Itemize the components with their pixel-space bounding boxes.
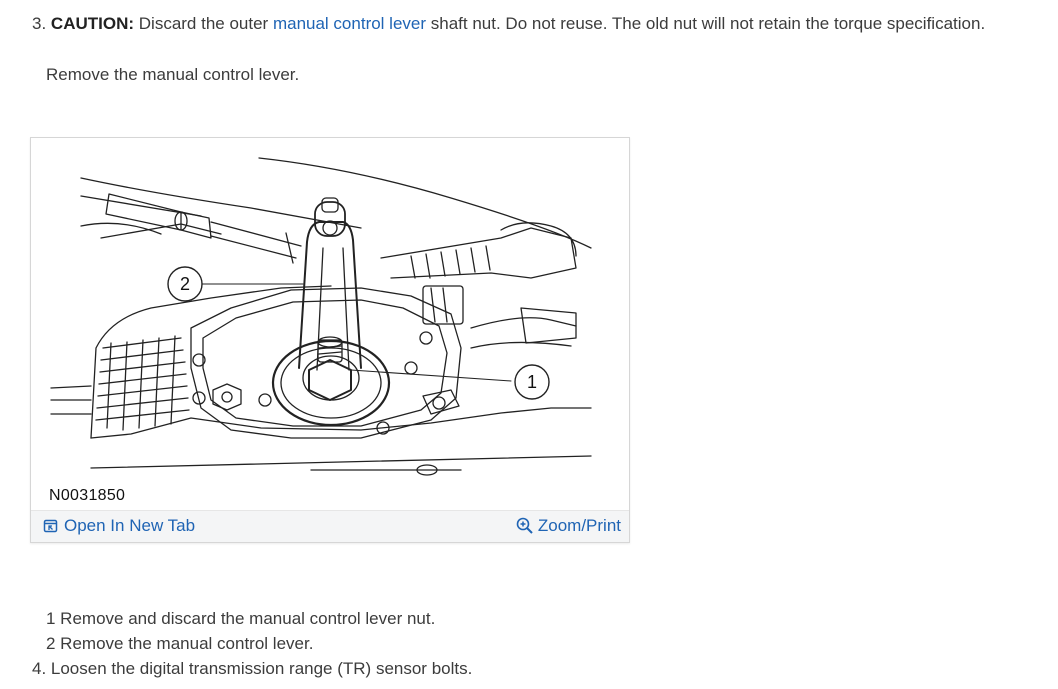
open-in-new-tab-label: Open In New Tab <box>64 516 196 535</box>
caution-text-before: Discard the outer <box>138 14 269 33</box>
figure-panel: 2 1 N0031850 Open In New Tab Zoom/Print <box>30 137 630 543</box>
illustration-manual-control-lever[interactable]: 2 1 <box>31 138 631 512</box>
step-3-instruction: Remove the manual control lever. <box>46 65 300 84</box>
open-new-tab-icon <box>43 519 58 532</box>
manual-control-lever-link[interactable]: manual control lever <box>273 14 426 33</box>
figure-toolbar: Open In New Tab Zoom/Print <box>31 510 629 542</box>
caution-label: CAUTION: <box>50 14 135 33</box>
zoom-print-link[interactable]: Zoom/Print <box>516 516 621 536</box>
figure-id: N0031850 <box>49 487 126 504</box>
caution-text-after: shaft nut. Do not reuse. The old nut wil… <box>430 14 986 33</box>
zoom-print-label: Zoom/Print <box>537 516 621 535</box>
open-in-new-tab-link[interactable]: Open In New Tab <box>43 516 195 536</box>
callout-2-label: 2 <box>180 274 190 294</box>
legend-item-1: 1 Remove and discard the manual control … <box>46 609 436 628</box>
callout-1-label: 1 <box>527 372 537 392</box>
step-3-caution: 3. CAUTION: Discard the outer manual con… <box>32 13 985 35</box>
legend-item-2: 2 Remove the manual control lever. <box>46 634 314 653</box>
step-4: 4. Loosen the digital transmission range… <box>32 659 473 678</box>
step-number: 3. <box>32 14 47 33</box>
zoom-in-icon <box>516 517 533 534</box>
